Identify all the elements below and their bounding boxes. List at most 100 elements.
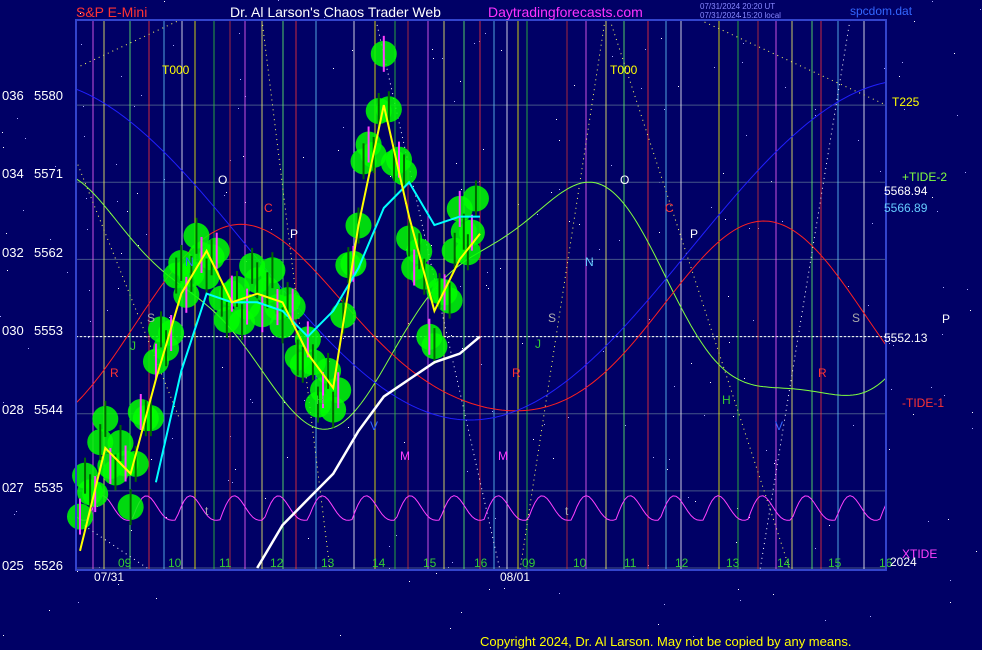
y-tick-price: 5562	[34, 245, 63, 260]
hour-tick-label: 15	[423, 556, 437, 570]
star-dot	[965, 172, 966, 173]
star-dot	[485, 33, 486, 34]
letter-marker: H	[316, 393, 325, 407]
star-dot	[976, 551, 977, 552]
y-tick-price: 5544	[34, 402, 63, 417]
star-dot	[880, 171, 881, 172]
star-dot	[454, 101, 455, 102]
letter-marker: J	[535, 337, 541, 351]
star-dot	[308, 538, 309, 539]
star-dot	[16, 511, 17, 512]
letter-marker: S	[548, 311, 556, 325]
letter-marker: J	[130, 339, 136, 353]
star-dot	[599, 249, 600, 250]
star-dot	[3, 147, 4, 148]
letter-marker: C	[264, 201, 273, 215]
hour-tick-label: 11	[624, 556, 637, 570]
star-dot	[390, 176, 391, 177]
star-dot	[868, 305, 869, 306]
star-dot	[467, 471, 468, 472]
star-dot	[67, 272, 68, 273]
star-dot	[432, 49, 433, 50]
star-dot	[88, 337, 89, 338]
star-dot	[943, 287, 944, 288]
star-dot	[117, 201, 118, 202]
star-dot	[25, 138, 26, 139]
timestamp-local: 07/31/2024 15:20 local	[700, 11, 781, 20]
star-dot	[559, 189, 560, 190]
star-dot	[970, 310, 971, 311]
top-marker-label: T000	[610, 63, 638, 77]
star-dot	[164, 1, 165, 2]
star-dot	[431, 245, 432, 246]
star-dot	[559, 593, 560, 594]
star-dot	[456, 163, 457, 164]
site-link[interactable]: Daytradingforecasts.com	[488, 4, 643, 20]
star-dot	[333, 68, 334, 69]
star-dot	[338, 150, 339, 151]
letter-marker: S	[147, 311, 155, 325]
star-dot	[603, 351, 604, 352]
star-dot	[7, 270, 8, 271]
star-dot	[151, 459, 152, 460]
star-dot	[460, 286, 461, 287]
star-dot	[537, 214, 538, 215]
star-dot	[238, 108, 239, 109]
letter-marker: C	[665, 201, 674, 215]
tide-minus1-label: -TIDE-1	[902, 396, 944, 410]
star-dot	[107, 310, 108, 311]
star-dot	[86, 198, 87, 199]
letter-marker: O	[218, 173, 227, 187]
star-dot	[17, 118, 18, 119]
star-dot	[3, 635, 4, 636]
star-dot	[710, 382, 711, 383]
star-dot	[649, 319, 650, 320]
star-dot	[28, 348, 29, 349]
star-dot	[304, 400, 305, 401]
chart-header-title: Dr. Al Larson's Chaos Trader Web	[230, 4, 441, 20]
star-dot	[661, 38, 662, 39]
star-dot	[489, 589, 490, 590]
y-tick-price: 5571	[34, 166, 63, 181]
pivot-marker-label: P	[942, 312, 951, 326]
star-dot	[224, 195, 225, 196]
y-tick-price: 5526	[34, 558, 63, 573]
star-dot	[825, 620, 826, 621]
star-dot	[569, 221, 570, 222]
letter-marker: R	[818, 366, 827, 380]
star-dot	[442, 58, 443, 59]
star-dot	[78, 602, 79, 603]
star-dot	[774, 463, 775, 464]
star-dot	[474, 43, 475, 44]
star-dot	[131, 530, 132, 531]
star-dot	[433, 58, 434, 59]
timestamp-ut: 07/31/2024 20:20 UT	[700, 2, 776, 11]
data-file-label: spcdom.dat	[850, 4, 913, 18]
star-dot	[235, 469, 236, 470]
star-dot	[612, 56, 613, 57]
star-dot	[121, 76, 122, 77]
star-dot	[954, 53, 955, 54]
star-dot	[278, 0, 279, 1]
star-dot	[948, 519, 949, 520]
slow-avg-value: 5566.89	[884, 201, 928, 215]
star-dot	[664, 109, 665, 110]
star-dot	[625, 425, 626, 426]
star-dot	[902, 62, 903, 63]
star-dot	[619, 240, 620, 241]
star-dot	[551, 192, 552, 193]
star-dot	[250, 399, 251, 400]
star-dot	[815, 109, 816, 110]
star-dot	[6, 233, 7, 234]
star-dot	[691, 363, 692, 364]
star-dot	[742, 62, 743, 63]
star-dot	[815, 115, 816, 116]
hour-tick-label: 09	[522, 556, 536, 570]
star-dot	[667, 469, 668, 470]
star-dot	[574, 85, 575, 86]
hour-tick-label: 12	[270, 556, 284, 570]
star-dot	[271, 229, 272, 230]
chart-background	[0, 0, 982, 650]
star-dot	[303, 157, 304, 158]
star-dot	[81, 44, 82, 45]
